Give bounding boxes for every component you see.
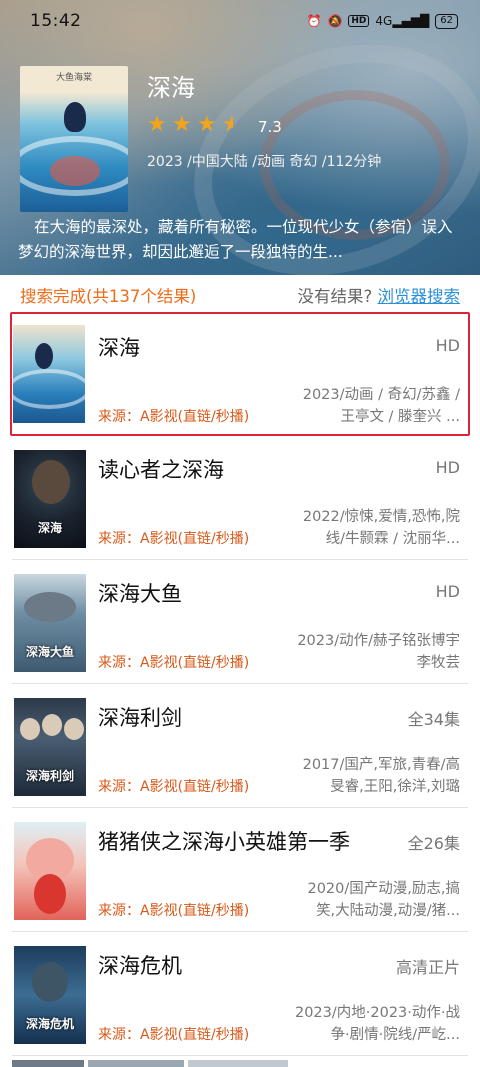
result-quality: HD [435, 458, 460, 477]
no-result-text: 没有结果? [297, 287, 373, 306]
thumb-wave [13, 369, 85, 409]
hd-icon: HD [348, 15, 370, 27]
movie-title: 深海 [147, 74, 195, 102]
alarm-icon: ⏰ [306, 14, 322, 28]
network-label: 4G [375, 14, 393, 28]
result-title: 猪猪侠之深海小英雄第一季 [98, 830, 350, 854]
star-icon: ★ [197, 112, 217, 137]
thumb-peek [88, 1060, 184, 1067]
browser-search-link[interactable]: 浏览器搜索 [378, 287, 461, 306]
thumb-figure [32, 962, 68, 1002]
movie-description[interactable]: 在大海的最深处，藏着所有秘密。一位现代少女（参宿）误入梦幻的深海世界，却因此邂逅… [18, 215, 462, 265]
result-title: 深海危机 [98, 954, 182, 978]
list-item[interactable]: 深海危机 深海危机 高清正片 2023/内地·2023·动作·战争·剧情·院线/… [12, 932, 468, 1056]
star-icon: ★ [147, 112, 167, 137]
result-source: 来源：A影视(直链/秒播) [98, 1027, 250, 1043]
thumb-caption: 深海利剑 [25, 769, 74, 783]
poster-caption: 大鱼海棠 [55, 73, 92, 83]
result-thumbnail: 深海利剑 [14, 698, 86, 796]
thumb-pig-body [34, 874, 66, 914]
movie-meta: 2023 /中国大陆 /动画 奇幻 /112分钟 [147, 154, 382, 170]
result-info: 2023/内地·2023·动作·战争·剧情·院线/严屹... [294, 1005, 460, 1043]
result-quality: HD [435, 582, 460, 601]
thumb-face [20, 718, 40, 740]
result-title: 读心者之深海 [98, 458, 224, 482]
result-quality: 高清正片 [395, 958, 460, 977]
list-item[interactable]: 深海 HD 2023/动画 / 奇幻/苏鑫 / 王亭文 / 滕奎兴 ... 来源… [10, 312, 470, 436]
list-item[interactable]: 深海利剑 深海利剑 全34集 2017/国产,军旅,青春/高旻睿,王阳,徐洋,刘… [12, 684, 468, 808]
search-status-bar: 搜索完成(共137个结果) 没有结果? 浏览器搜索 [0, 275, 480, 315]
result-info: 2017/国产,军旅,青春/高旻睿,王阳,徐洋,刘璐 [302, 757, 460, 795]
result-source: 来源：A影视(直链/秒播) [98, 531, 250, 547]
star-half-icon: ★ [222, 114, 244, 136]
movie-header: 大鱼海棠 深海 ★ ★ ★ ★ 7.3 2023 /中国大陆 /动画 奇幻 /1… [0, 42, 480, 275]
search-done-text: 搜索完成(共137个结果) [20, 287, 197, 306]
result-quality: 全26集 [407, 834, 460, 853]
result-info: 2022/惊悚,爱情,恐怖,院线/牛颢霖 / 沈丽华... [302, 509, 460, 547]
thumb-peek [12, 1060, 84, 1067]
status-bar: 15:42 ⏰ 🔕 HD 4G▂▄▆█ 62 [0, 0, 480, 42]
rating-value: 7.3 [258, 118, 282, 136]
battery-icon: 62 [435, 13, 458, 29]
thumb-face [32, 460, 70, 504]
result-title: 深海大鱼 [98, 582, 182, 606]
result-thumbnail [13, 325, 85, 423]
result-source: 来源：A影视(直链/秒播) [98, 655, 250, 671]
list-item[interactable]: 深海大鱼 深海大鱼 HD 2023/动作/赫子铭张博宇李牧芸 来源：A影视(直链… [12, 560, 468, 684]
list-item[interactable]: 猪猪侠之深海小英雄第一季 全26集 2020/国产动漫,励志,搞笑,大陆动漫,动… [12, 808, 468, 932]
thumb-caption: 深海大鱼 [25, 645, 74, 659]
thumb-caption: 深海 [37, 521, 62, 535]
result-thumbnail: 深海大鱼 [14, 574, 86, 672]
result-title: 深海 [98, 336, 140, 360]
result-source: 来源：A影视(直链/秒播) [98, 779, 250, 795]
result-info: 2023/动作/赫子铭张博宇李牧芸 [297, 633, 460, 671]
thumb-figure [35, 343, 53, 369]
star-rating: ★ ★ ★ ★ [147, 114, 244, 136]
result-source: 来源：A影视(直链/秒播) [98, 903, 250, 919]
thumb-face [64, 718, 84, 740]
thumb-face [42, 714, 62, 736]
result-list: 深海 HD 2023/动画 / 奇幻/苏鑫 / 王亭文 / 滕奎兴 ... 来源… [0, 312, 480, 1056]
mute-icon: 🔕 [327, 14, 343, 28]
movie-poster[interactable]: 大鱼海棠 [20, 66, 128, 212]
signal-4g-icon: 4G▂▄▆█ [375, 14, 430, 28]
thumb-caption: 深海危机 [25, 1017, 74, 1031]
result-info: 2020/国产动漫,励志,搞笑,大陆动漫,动漫/猪... [307, 881, 460, 919]
result-quality: 全34集 [407, 710, 460, 729]
result-info: 2023/动画 / 奇幻/苏鑫 / 王亭文 / 滕奎兴 ... [302, 387, 460, 425]
list-item[interactable]: 深海 读心者之深海 HD 2022/惊悚,爱情,恐怖,院线/牛颢霖 / 沈丽华.… [12, 436, 468, 560]
status-time: 15:42 [30, 11, 82, 31]
poster-accent [50, 156, 100, 186]
result-thumbnail: 深海危机 [14, 946, 86, 1044]
result-thumbnail [14, 822, 86, 920]
thumb-fish [24, 592, 76, 622]
star-icon: ★ [172, 112, 192, 137]
next-item-peek [12, 1060, 468, 1067]
result-thumbnail: 深海 [14, 450, 86, 548]
poster-figure [64, 102, 86, 132]
result-title: 深海利剑 [98, 706, 182, 730]
result-quality: HD [435, 336, 460, 355]
result-source: 来源：A影视(直链/秒播) [98, 409, 250, 425]
thumb-peek [188, 1060, 288, 1067]
